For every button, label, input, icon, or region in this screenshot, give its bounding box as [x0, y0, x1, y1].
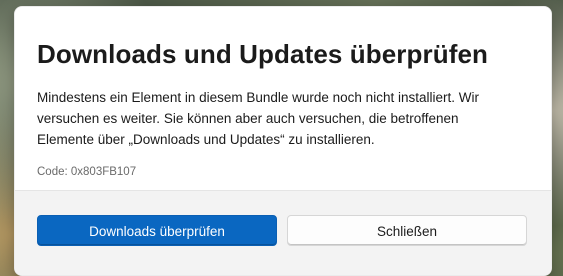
error-code: Code: 0x803FB107 [37, 166, 137, 178]
close-button[interactable]: Schließen [287, 215, 527, 246]
dialog-content: Downloads und Updates überprüfen Mindest… [15, 7, 551, 191]
dialog-message: Mindestens ein Element in diesem Bundle … [37, 90, 479, 147]
check-downloads-button[interactable]: Downloads überprüfen [37, 215, 277, 246]
dialog-footer: Downloads überprüfen Schließen [15, 190, 551, 275]
error-dialog: Downloads und Updates überprüfen Mindest… [14, 6, 552, 276]
dialog-title: Downloads und Updates überprüfen [37, 39, 488, 69]
